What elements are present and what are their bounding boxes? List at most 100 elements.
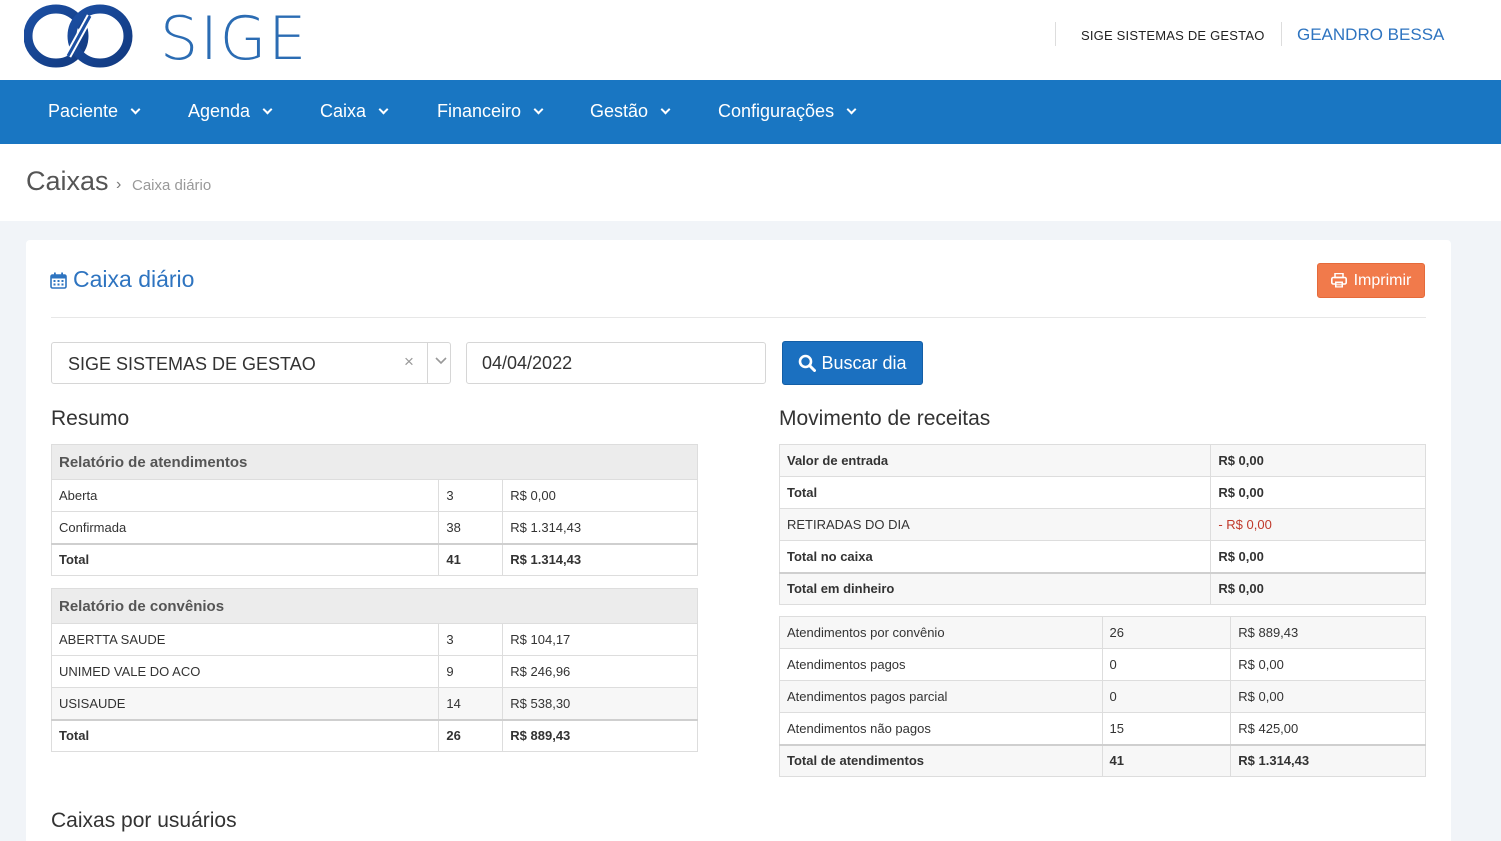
nav-item-agenda[interactable]: Agenda	[188, 101, 273, 122]
row-name: Total	[778, 476, 1212, 509]
row-count: 9	[438, 655, 504, 688]
nav-item-caixa[interactable]: Caixa	[320, 101, 389, 122]
nav-item-configuracoes[interactable]: Configurações	[718, 101, 857, 122]
row-count: 0	[1101, 648, 1232, 681]
row-name: Atendimentos pagos parcial	[779, 680, 1103, 713]
movimento-title: Movimento de receitas	[779, 407, 991, 430]
table-row: Confirmada 38 R$ 1.314,43	[50, 511, 698, 544]
total-value: R$ 1.314,43	[502, 542, 698, 576]
top-header: SIGE SIGE SISTEMAS DE GESTAO GEANDRO BES…	[0, 0, 1501, 80]
table-row: Atendimentos pagos 0 R$ 0,00	[779, 648, 1426, 681]
nav-item-gestao[interactable]: Gestão	[590, 101, 671, 122]
nav-item-paciente[interactable]: Paciente	[48, 101, 141, 122]
page-title[interactable]: Caixas	[26, 166, 109, 197]
atendimentos-header: Relatório de atendimentos	[51, 444, 698, 480]
row-value: R$ 538,30	[502, 687, 698, 720]
table-header-row: Relatório de atendimentos	[51, 444, 698, 480]
table-row: ABERTTA SAUDE 3 R$ 104,17	[50, 623, 698, 656]
table-header-row: Relatório de convênios	[51, 588, 698, 624]
resumo-title: Resumo	[51, 407, 130, 430]
row-count: 26	[1101, 616, 1232, 649]
chevron-down-icon	[378, 104, 389, 114]
chevron-down-icon[interactable]	[434, 353, 448, 367]
row-name: Aberta	[50, 479, 440, 512]
table-row: Total no caixa R$ 0,00	[778, 540, 1426, 573]
table-row: UNIMED VALE DO ACO 9 R$ 246,96	[50, 655, 698, 688]
card-title: Caixa diário	[50, 266, 194, 293]
table-row: Total R$ 0,00	[778, 476, 1426, 509]
table-total-row: Total de atendimentos 41 R$ 1.314,43	[779, 743, 1426, 777]
select-divider	[427, 343, 428, 383]
total-name: Total em dinheiro	[778, 571, 1212, 605]
sige-logo[interactable]: SIGE	[23, 2, 306, 74]
total-name: Total de atendimentos	[779, 743, 1103, 777]
table-row: Atendimentos por convênio 26 R$ 889,43	[779, 616, 1426, 649]
table-row: Valor de entrada R$ 0,00	[778, 444, 1426, 477]
convenios-table: Relatório de convênios ABERTTA SAUDE 3 R…	[50, 588, 698, 752]
print-button[interactable]: Imprimir	[1317, 263, 1425, 298]
total-count: 41	[438, 542, 504, 576]
total-value: R$ 0,00	[1210, 571, 1426, 605]
chevron-down-icon	[660, 104, 671, 114]
valores-table: Valor de entrada R$ 0,00 Total R$ 0,00 R…	[778, 444, 1426, 605]
chevron-down-icon	[130, 104, 141, 114]
row-name: Valor de entrada	[778, 444, 1212, 477]
row-name: RETIRADAS DO DIA	[778, 508, 1212, 541]
row-value: R$ 0,00	[1210, 540, 1426, 573]
row-value: R$ 0,00	[1210, 444, 1426, 477]
header-divider	[1055, 22, 1056, 46]
infinity-logo-icon	[23, 4, 133, 68]
row-value: R$ 425,00	[1230, 712, 1426, 745]
chevron-down-icon	[262, 104, 273, 114]
clear-icon[interactable]: ×	[404, 352, 414, 372]
brand-name: SIGE	[160, 4, 309, 74]
row-value: R$ 0,00	[502, 479, 698, 512]
search-day-button[interactable]: Buscar dia	[782, 341, 923, 385]
table-total-row: Total 26 R$ 889,43	[50, 718, 698, 752]
total-value: R$ 1.314,43	[1230, 743, 1426, 777]
row-name: ABERTTA SAUDE	[50, 623, 440, 656]
row-name: Total no caixa	[778, 540, 1212, 573]
convenios-header: Relatório de convênios	[51, 588, 698, 624]
nav-item-label: Gestão	[590, 101, 649, 121]
row-count: 0	[1101, 680, 1232, 713]
nav-item-financeiro[interactable]: Financeiro	[437, 101, 544, 122]
table-row: Aberta 3 R$ 0,00	[50, 479, 698, 512]
row-name: Atendimentos por convênio	[779, 616, 1103, 649]
company-select[interactable]: SIGE SISTEMAS DE GESTAO ×	[51, 342, 451, 384]
total-count: 41	[1101, 743, 1232, 777]
calendar-icon	[50, 272, 67, 289]
row-value: R$ 0,00	[1230, 648, 1426, 681]
row-value: R$ 104,17	[502, 623, 698, 656]
atendimentos-table: Relatório de atendimentos Aberta 3 R$ 0,…	[50, 444, 698, 576]
search-icon	[799, 354, 817, 372]
date-input[interactable]	[466, 342, 766, 384]
main-nav: Paciente Agenda Caixa Financeiro Gestão …	[0, 80, 1501, 144]
table-row: USISAUDE 14 R$ 538,30	[50, 687, 698, 720]
nav-item-label: Paciente	[48, 101, 119, 121]
table-total-row: Total em dinheiro R$ 0,00	[778, 571, 1426, 605]
total-name: Total	[50, 542, 440, 576]
nav-item-label: Configurações	[718, 101, 835, 121]
nav-item-label: Agenda	[188, 101, 251, 121]
row-value: R$ 1.314,43	[502, 511, 698, 544]
breadcrumb: Caixas › Caixa diário	[0, 144, 1501, 221]
row-value: R$ 889,43	[1230, 616, 1426, 649]
total-count: 26	[438, 718, 504, 752]
chevron-down-icon	[846, 104, 857, 114]
row-name: Atendimentos não pagos	[779, 712, 1103, 745]
print-button-label: Imprimir	[1353, 271, 1412, 289]
company-select-value: SIGE SISTEMAS DE GESTAO	[68, 354, 316, 374]
row-value: R$ 0,00	[1210, 476, 1426, 509]
divider	[51, 317, 1426, 318]
header-divider	[1281, 22, 1282, 46]
row-count: 15	[1101, 712, 1232, 745]
table-total-row: Total 41 R$ 1.314,43	[50, 542, 698, 576]
user-name[interactable]: GEANDRO BESSA	[1297, 25, 1444, 45]
printer-icon	[1330, 273, 1347, 288]
row-count: 3	[438, 623, 504, 656]
atendimentos-status-table: Atendimentos por convênio 26 R$ 889,43 A…	[779, 616, 1426, 777]
nav-item-label: Caixa	[320, 101, 367, 121]
company-name[interactable]: SIGE SISTEMAS DE GESTAO	[1081, 28, 1265, 43]
row-value: R$ 246,96	[502, 655, 698, 688]
